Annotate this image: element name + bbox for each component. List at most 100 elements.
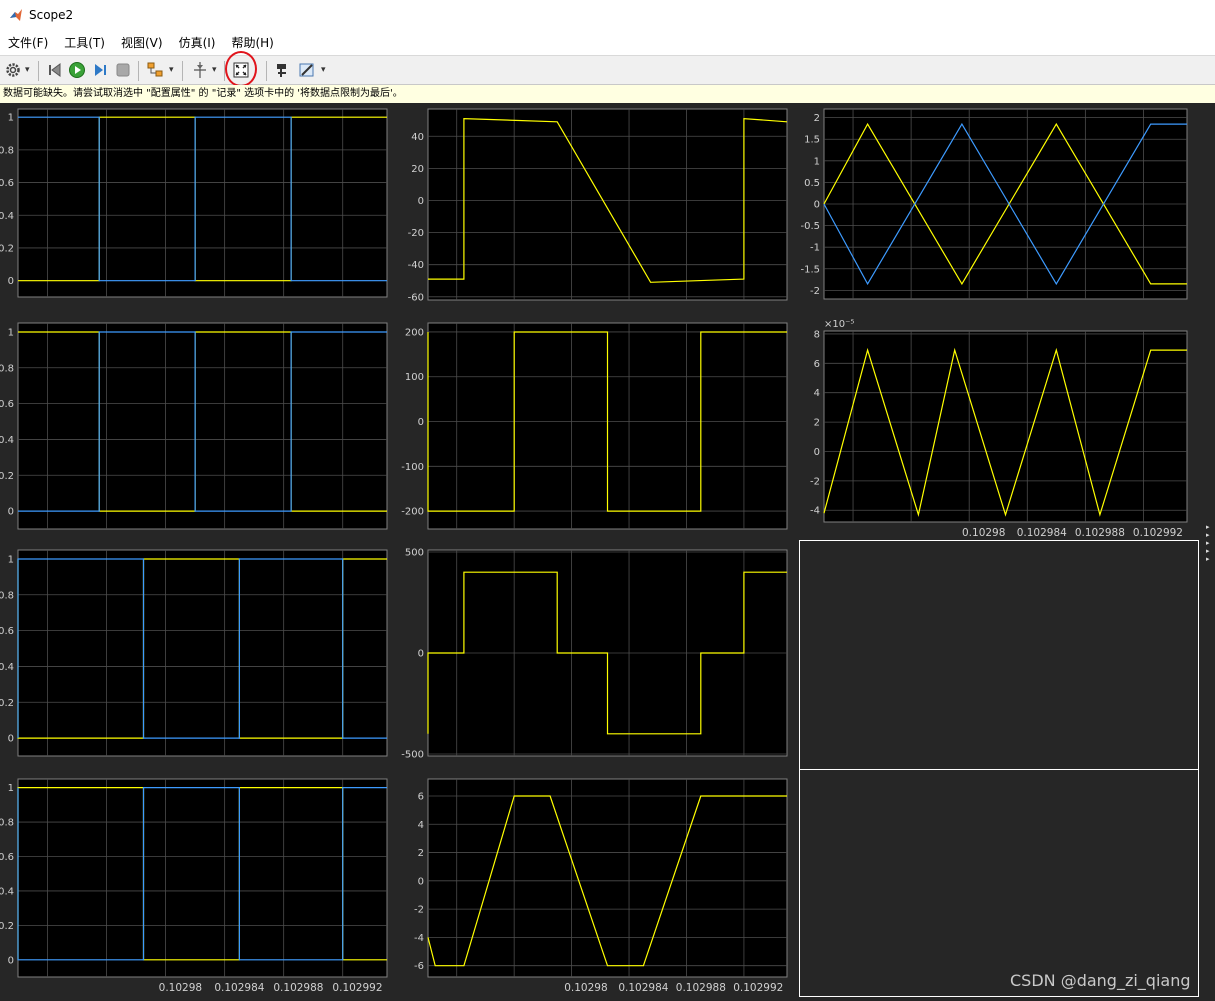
y-tick-label: -2 (414, 905, 424, 916)
y-tick-label: 0 (814, 447, 820, 458)
y-tick-label: 0.2 (0, 698, 14, 709)
x-tick-label: 0.10298 (962, 527, 1005, 539)
x-tick-label: 0.102992 (332, 982, 382, 994)
y-tick-label: 500 (405, 548, 424, 559)
gear-dropdown-caret-icon[interactable]: ▾ (25, 62, 33, 78)
menu-help[interactable]: 帮助(H) (223, 34, 281, 51)
menu-bar: 文件(F) 工具(T) 视图(V) 仿真(I) 帮助(H) (0, 30, 1215, 55)
scope-plot-area: 0 0.2 0.4 0.6 0.8 1 -60 -40 -20 0 20 40 -2 -1.5 -1 -0.5… (0, 103, 1215, 1001)
toolbar-separator (38, 61, 39, 81)
y-tick-label: 1 (8, 554, 14, 565)
y-tick-label: 1 (8, 327, 14, 338)
x-tick-label: 0.102984 (214, 982, 264, 994)
y-tick-label: 0.8 (0, 818, 14, 829)
scope-axes-r4c1[interactable]: 0 0.2 0.4 0.6 0.8 1 0.10298 0.102984 0.102988 0.1… (0, 778, 388, 994)
highlight-block-icon[interactable] (272, 60, 292, 80)
layout-dropdown-caret-icon[interactable]: ▾ (169, 62, 177, 78)
step-back-icon[interactable] (45, 60, 65, 80)
y-tick-label: -200 (401, 507, 424, 518)
y-tick-label: 20 (411, 164, 424, 175)
measure-dropdown-caret-icon[interactable]: ▾ (212, 62, 220, 78)
scope-axes-r1c3[interactable]: -2 -1.5 -1 -0.5 0 0.5 1 1.5 2 (800, 108, 1188, 300)
y-tick-label: 200 (405, 327, 424, 338)
y-tick-label: 0 (814, 200, 820, 211)
y-tick-label: 0.5 (804, 178, 820, 189)
y-tick-label: 100 (405, 372, 424, 383)
y-tick-label: 40 (411, 132, 424, 143)
cursor-measure-icon[interactable] (190, 60, 210, 80)
scope-axes-r2c1[interactable]: 0 0.2 0.4 0.6 0.8 1 (0, 322, 388, 530)
y-tick-label: 0 (8, 276, 14, 287)
y-tick-label: 2 (814, 113, 820, 124)
scope-axes-r2c2[interactable]: -200 -100 0 100 200 (401, 322, 788, 530)
scope-axes-r4c2[interactable]: -6 -4 -2 0 2 4 6 0.10298 0.102984 0.102988 0.10299… (414, 778, 788, 994)
y-tick-label: 6 (418, 791, 424, 802)
axes-background (17, 108, 388, 298)
y-tick-label: 0.6 (0, 399, 14, 410)
y-tick-label: 2 (814, 418, 820, 429)
x-tick-label: 0.10298 (564, 982, 607, 994)
y-tick-label: -1.5 (800, 264, 820, 275)
axis-exponent-label: ×10⁻⁵ (824, 319, 854, 330)
toolbar: ▾ ▾ ▾ ▾ (0, 55, 1215, 85)
y-tick-label: 1.5 (804, 135, 820, 146)
x-tick-label: 0.102984 (618, 982, 668, 994)
y-tick-label: -500 (401, 749, 424, 760)
y-tick-label: 4 (814, 388, 820, 399)
y-tick-label: 1 (8, 783, 14, 794)
scroll-arrows-icon[interactable]: ▸ ▸ ▸ ▸ ▸ (1206, 523, 1214, 563)
y-tick-label: 4 (418, 820, 424, 831)
y-tick-label: -0.5 (800, 221, 820, 232)
matlab-logo-icon (10, 9, 22, 21)
y-tick-label: 0 (8, 955, 14, 966)
axes-background (427, 778, 788, 978)
y-tick-label: 0.2 (0, 921, 14, 932)
y-tick-label: 0 (8, 507, 14, 518)
axes-background (823, 330, 1188, 523)
y-tick-label: 0.6 (0, 852, 14, 863)
y-tick-label: 2 (418, 848, 424, 859)
scope-axes-r3c2[interactable]: -500 0 500 (401, 548, 788, 761)
signal-layout-icon[interactable] (145, 60, 165, 80)
scope-axes-r1c2[interactable]: -60 -40 -20 0 20 40 (408, 108, 788, 303)
y-tick-label: -1 (810, 243, 820, 254)
empty-display-panel[interactable] (799, 540, 1199, 770)
y-tick-label: 0.8 (0, 363, 14, 374)
empty-display-panel[interactable] (799, 769, 1199, 997)
y-tick-label: 0 (418, 196, 424, 207)
y-tick-label: -100 (401, 462, 424, 473)
stop-icon[interactable] (113, 60, 133, 80)
scope-axes-r1c1[interactable]: 0 0.2 0.4 0.6 0.8 1 (0, 108, 388, 298)
y-tick-label: 8 (814, 329, 820, 340)
y-tick-label: -2 (810, 476, 820, 487)
style-icon[interactable] (297, 60, 317, 80)
gear-icon[interactable] (3, 60, 23, 80)
x-tick-label: 0.102992 (1133, 527, 1183, 539)
scope-axes-r3c1[interactable]: 0 0.2 0.4 0.6 0.8 1 (0, 549, 388, 757)
menu-simulation[interactable]: 仿真(I) (171, 34, 224, 51)
scope-axes-r2c3[interactable]: -4 -2 0 2 4 6 8 0.10298 0.102984 0.102988 0.102992… (810, 319, 1188, 539)
axes-background (17, 778, 388, 978)
window-title: Scope2 (29, 8, 74, 22)
x-tick-label: 0.10298 (159, 982, 202, 994)
axes-background (17, 549, 388, 757)
y-tick-label: -2 (810, 286, 820, 297)
menu-file[interactable]: 文件(F) (0, 34, 56, 51)
y-tick-label: 0.8 (0, 590, 14, 601)
x-tick-label: 0.102988 (1075, 527, 1125, 539)
menu-tools[interactable]: 工具(T) (56, 34, 113, 51)
y-tick-label: 0.4 (0, 435, 14, 446)
y-tick-label: 0 (418, 417, 424, 428)
step-forward-icon[interactable] (90, 60, 110, 80)
y-tick-label: 6 (814, 359, 820, 370)
x-tick-label: 0.102984 (1017, 527, 1067, 539)
run-icon[interactable] (67, 60, 87, 80)
style-dropdown-caret-icon[interactable]: ▾ (321, 62, 329, 78)
menu-view[interactable]: 视图(V) (113, 34, 171, 51)
y-tick-label: -20 (408, 228, 424, 239)
y-tick-label: 0 (8, 734, 14, 745)
y-tick-label: 1 (814, 156, 820, 167)
y-tick-label: -4 (414, 933, 424, 944)
y-tick-label: -40 (408, 260, 424, 271)
y-tick-label: -60 (408, 292, 424, 303)
